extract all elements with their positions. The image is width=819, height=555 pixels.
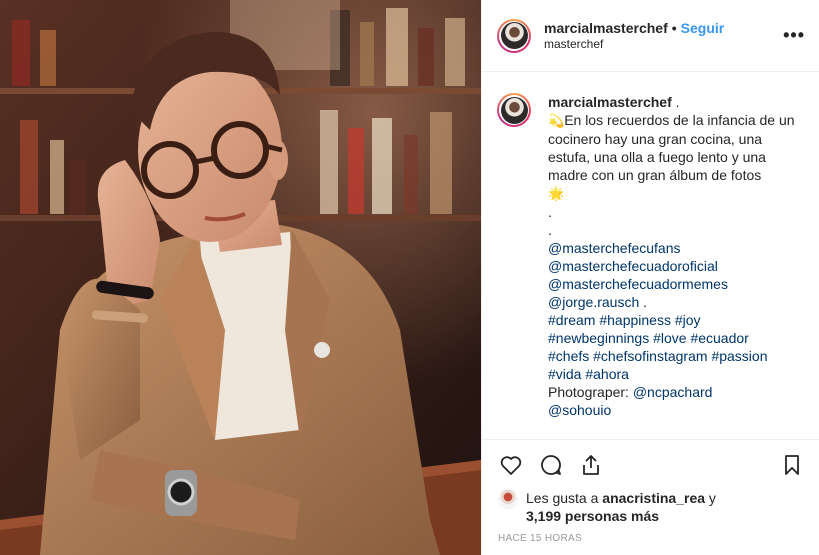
hashtag-link[interactable]: #passion [711, 348, 767, 364]
photographer-link[interactable]: @ncpachard [633, 384, 713, 400]
header-text: marcialmasterchef • Seguir masterchef [544, 20, 724, 52]
mention-link[interactable]: @sohouio [548, 402, 611, 418]
caption-username-suffix: . [675, 94, 680, 110]
mention-link[interactable]: @jorge.rausch [548, 294, 639, 310]
heart-icon[interactable] [498, 452, 524, 478]
mention-link[interactable]: @masterchefecuadoroficial [548, 258, 718, 274]
caption-dot: . [548, 204, 552, 220]
username-link[interactable]: marcialmasterchef [544, 20, 668, 36]
header-row: marcialmasterchef • Seguir [544, 20, 724, 36]
hashtag-link[interactable]: #ecuador [690, 330, 748, 346]
share-icon[interactable] [578, 452, 604, 478]
mention-suffix: . [643, 294, 648, 310]
star-emoji-icon: 🌟 [548, 186, 565, 201]
avatar-ring [499, 95, 529, 125]
post-sidebar: marcialmasterchef • Seguir masterchef ••… [481, 0, 819, 555]
hashtag-link[interactable]: #ahora [585, 366, 629, 382]
instagram-post: marcialmasterchef • Seguir masterchef ••… [0, 0, 819, 555]
mention-link[interactable]: @masterchefecuadormemes [548, 276, 728, 292]
avatar-image [500, 22, 528, 49]
separator-dot: • [671, 19, 677, 36]
hashtag-link[interactable]: #newbeginnings [548, 330, 649, 346]
comment-bubble-icon[interactable] [538, 452, 564, 478]
sparkle-emoji-icon: 💫 [548, 113, 565, 128]
post-timestamp[interactable]: HACE 15 HORAS [482, 525, 819, 555]
hashtag-link[interactable]: #chefs [548, 348, 589, 364]
liker-avatar[interactable] [498, 489, 518, 509]
caption-text: marcialmasterchef . 💫En los recuerdos de… [548, 93, 804, 439]
follow-button[interactable]: Seguir [681, 20, 725, 36]
post-photo[interactable] [0, 0, 481, 555]
likes-text: Les gusta a anacristina_rea y 3,199 pers… [526, 489, 716, 525]
post-header: marcialmasterchef • Seguir masterchef ••… [482, 0, 819, 72]
hashtag-link[interactable]: #joy [675, 312, 701, 328]
hashtag-link[interactable]: #dream [548, 312, 595, 328]
likes-summary: Les gusta a anacristina_rea y 3,199 pers… [482, 489, 819, 525]
bookmark-icon[interactable] [779, 452, 805, 478]
action-bar [482, 439, 819, 489]
more-options-icon[interactable]: ••• [783, 25, 805, 46]
photo-illustration [0, 0, 481, 555]
comments-area: marcialmasterchef . 💫En los recuerdos de… [482, 72, 819, 439]
location-link[interactable]: masterchef [544, 36, 724, 52]
hashtag-link[interactable]: #vida [548, 366, 581, 382]
avatar-ring [499, 20, 529, 51]
likes-prefix: Les gusta a [526, 490, 599, 506]
caption-avatar[interactable] [497, 93, 531, 127]
mention-link[interactable]: @masterchefecufans [548, 240, 681, 256]
caption-dot: . [548, 222, 552, 238]
avatar-image [500, 96, 528, 124]
caption-body: En los recuerdos de la infancia de un co… [548, 112, 795, 183]
profile-avatar[interactable] [497, 18, 531, 53]
likes-conj: y [708, 490, 716, 506]
photographer-label: Photograper: [548, 384, 629, 400]
likes-count[interactable]: 3,199 personas más [526, 508, 659, 524]
hashtag-link[interactable]: #happiness [599, 312, 671, 328]
liker-username[interactable]: anacristina_rea [602, 490, 705, 506]
caption-username[interactable]: marcialmasterchef [548, 94, 672, 110]
hashtag-link[interactable]: #chefsofinstagram [593, 348, 707, 364]
hashtag-link[interactable]: #love [653, 330, 686, 346]
